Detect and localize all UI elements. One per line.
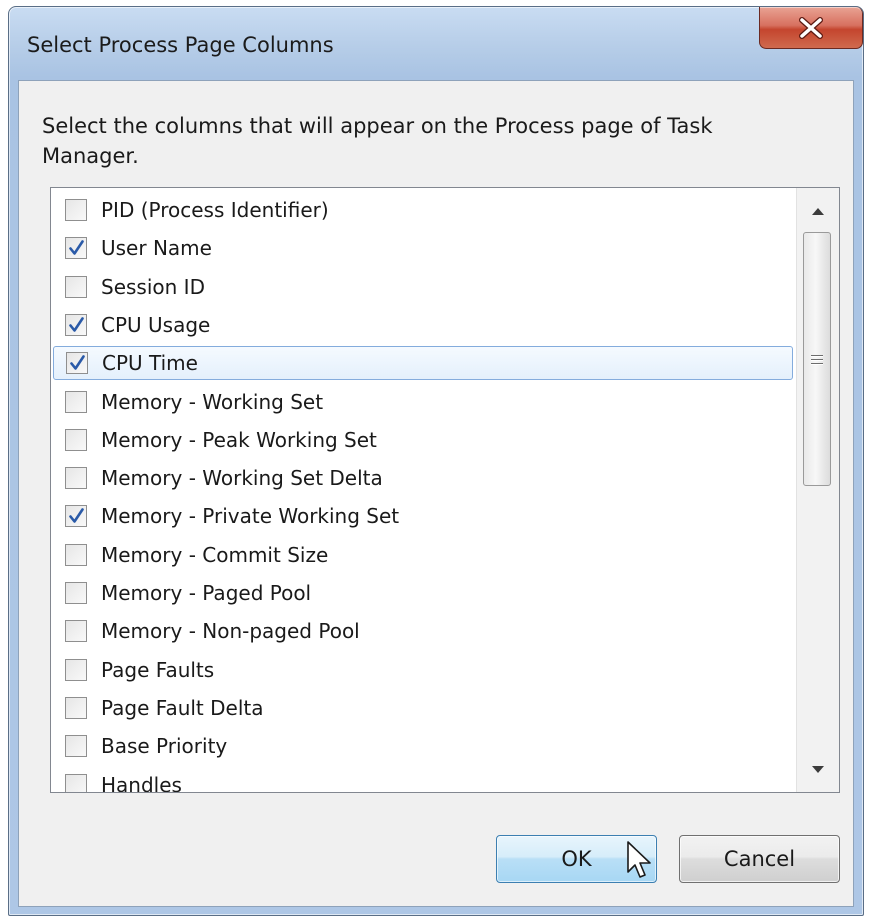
- column-option-label: PID (Process Identifier): [101, 198, 329, 222]
- vertical-scrollbar[interactable]: [796, 188, 839, 792]
- column-option-label: Memory - Non-paged Pool: [101, 619, 360, 644]
- column-option-label: CPU Usage: [101, 312, 211, 337]
- column-option[interactable]: Handles: [53, 768, 793, 793]
- checkmark-icon: [69, 240, 84, 256]
- checkbox[interactable]: [65, 313, 87, 336]
- column-option[interactable]: Memory - Non-paged Pool: [53, 614, 793, 648]
- column-option[interactable]: User Name: [53, 231, 793, 265]
- column-option[interactable]: Session ID: [53, 270, 793, 304]
- arrow-down-icon: [812, 765, 824, 773]
- column-option[interactable]: Memory - Commit Size: [53, 538, 793, 572]
- column-option[interactable]: Page Fault Delta: [53, 691, 793, 725]
- column-option[interactable]: Base Priority: [53, 729, 793, 763]
- checkbox[interactable]: [65, 696, 87, 719]
- column-option[interactable]: Page Faults: [53, 653, 793, 687]
- checkbox[interactable]: [65, 505, 87, 528]
- close-icon: [799, 16, 823, 39]
- checkbox[interactable]: [65, 735, 87, 758]
- column-option[interactable]: Memory - Peak Working Set: [53, 423, 793, 457]
- column-option-label: Memory - Paged Pool: [101, 581, 312, 605]
- scroll-up-button[interactable]: [797, 192, 839, 230]
- column-option[interactable]: Memory - Private Working Set: [53, 499, 793, 533]
- column-option-label: Memory - Working Set Delta: [101, 466, 383, 491]
- checkbox[interactable]: [65, 773, 87, 792]
- column-option-label: Page Faults: [101, 657, 215, 682]
- checkbox[interactable]: [65, 428, 87, 451]
- window-title: Select Process Page Columns: [27, 33, 334, 57]
- arrow-up-icon: [812, 207, 824, 215]
- grip-icon: [811, 352, 823, 367]
- checkmark-icon: [69, 508, 84, 524]
- checkbox[interactable]: [65, 658, 87, 681]
- checkbox[interactable]: [65, 275, 87, 298]
- column-option-label: Memory - Peak Working Set: [101, 427, 377, 452]
- instruction-text: Select the columns that will appear on t…: [42, 114, 713, 168]
- column-option-label: Memory - Private Working Set: [101, 504, 400, 529]
- column-option-label: CPU Time: [102, 351, 198, 376]
- checkmark-icon: [69, 317, 84, 332]
- column-option-label: Handles: [101, 772, 182, 793]
- cancel-button[interactable]: Cancel: [679, 835, 840, 883]
- column-option-label: Session ID: [101, 274, 205, 299]
- columns-listbox[interactable]: PID (Process Identifier) User Name Session…: [50, 187, 840, 793]
- column-option[interactable]: PID (Process Identifier): [53, 193, 793, 227]
- column-option[interactable]: Memory - Working Set Delta: [53, 461, 793, 495]
- dialog-window: Select Process Page Columns Select the c…: [8, 6, 864, 916]
- column-option[interactable]: Memory - Paged Pool: [53, 576, 793, 610]
- checkbox[interactable]: [65, 467, 87, 490]
- checkbox[interactable]: [65, 237, 87, 260]
- column-option-label: Memory - Commit Size: [101, 542, 329, 567]
- checkbox[interactable]: [65, 582, 87, 604]
- checkbox[interactable]: [66, 352, 88, 375]
- checkbox[interactable]: [65, 620, 87, 643]
- mouse-pointer-icon: [627, 841, 651, 878]
- column-option-label: Base Priority: [101, 734, 228, 759]
- column-option-label: Memory - Working Set: [101, 389, 324, 414]
- scroll-down-button[interactable]: [797, 750, 839, 788]
- checkbox[interactable]: [65, 390, 87, 413]
- column-option-label: User Name: [101, 236, 212, 261]
- dialog-body: Select the columns that will appear on t…: [18, 80, 854, 907]
- checkmark-icon: [70, 355, 85, 370]
- columns-list: PID (Process Identifier) User Name Session…: [51, 188, 797, 792]
- checkbox[interactable]: [65, 543, 87, 566]
- column-option-label: Page Fault Delta: [101, 695, 264, 720]
- checkbox[interactable]: [65, 199, 87, 221]
- title-bar[interactable]: Select Process Page Columns: [9, 7, 863, 79]
- column-option[interactable]: Memory - Working Set: [53, 385, 793, 419]
- column-option[interactable]: CPU Time: [53, 346, 793, 381]
- column-option[interactable]: CPU Usage: [53, 308, 793, 342]
- scroll-thumb[interactable]: [803, 232, 831, 486]
- close-button[interactable]: [759, 7, 863, 49]
